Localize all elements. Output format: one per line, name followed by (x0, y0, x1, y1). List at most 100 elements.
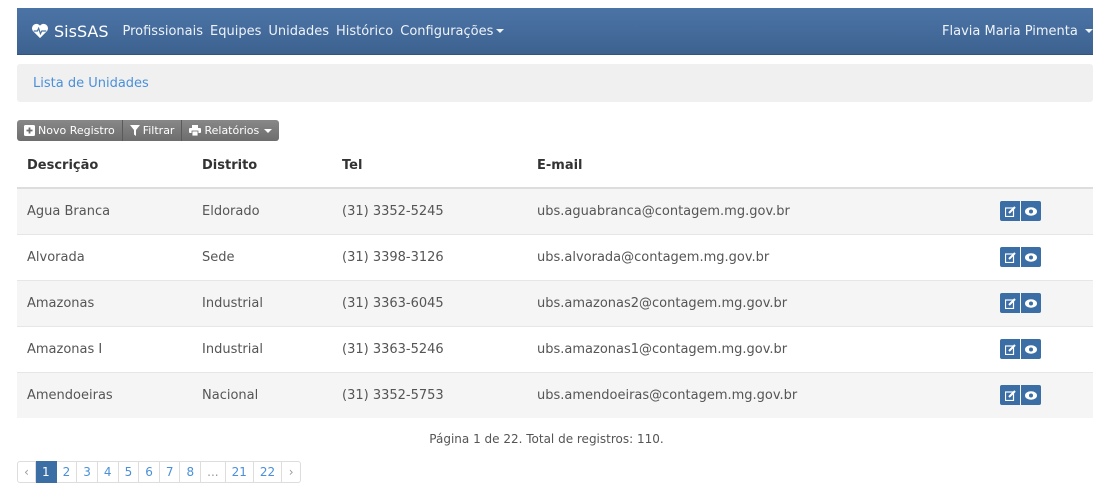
edit-button[interactable] (1000, 293, 1020, 313)
filter-label: Filtrar (142, 124, 175, 137)
pagination-page-7[interactable]: 7 (159, 461, 181, 483)
brand[interactable]: SisSAS (31, 22, 109, 41)
pagination-info: Página 1 de 22. Total de registros: 110. (429, 432, 664, 446)
cell-descricao: Agua Branca (17, 187, 192, 234)
view-button[interactable] (1021, 201, 1041, 222)
plus-square-icon (24, 125, 35, 136)
pagination-page-8[interactable]: 8 (180, 461, 202, 483)
column-header-distrito[interactable]: Distrito (192, 144, 332, 189)
breadcrumb: Lista de Unidades (17, 64, 1093, 102)
row-actions (1000, 385, 1093, 406)
cell-tel: (31) 3352-5753 (332, 371, 527, 418)
cell-descricao: Amazonas (17, 279, 192, 326)
pagination-page-2[interactable]: 2 (56, 461, 78, 483)
column-header-actions (990, 144, 1093, 189)
cell-tel: (31) 3398-3126 (332, 233, 527, 280)
caret-down-icon (1085, 29, 1093, 33)
new-record-label: Novo Registro (38, 124, 115, 137)
cell-tel: (31) 3363-6045 (332, 279, 527, 326)
cell-descricao: Amazonas I (17, 325, 192, 372)
table-row[interactable]: Alvorada Sede (31) 3398-3126 ubs.alvorad… (17, 233, 1093, 280)
caret-down-icon (264, 128, 273, 133)
table-row[interactable]: Amazonas I Industrial (31) 3363-5246 ubs… (17, 325, 1093, 372)
edit-icon (1004, 206, 1016, 217)
new-record-button[interactable]: Novo Registro (17, 120, 123, 141)
nav-menu: Profissionais Equipes Unidades Histórico… (123, 24, 512, 39)
pagination-next[interactable]: › (282, 461, 302, 483)
eye-icon (1025, 298, 1037, 308)
caret-down-icon (496, 29, 505, 33)
view-button[interactable] (1021, 247, 1041, 267)
reports-label: Relatórios (204, 124, 260, 137)
pagination-page-21[interactable]: 21 (225, 461, 254, 483)
column-header-tel[interactable]: Tel (332, 144, 527, 189)
filter-button[interactable]: Filtrar (122, 120, 183, 141)
column-header-email[interactable]: E-mail (527, 144, 990, 189)
edit-icon (1004, 297, 1016, 309)
user-name: Flavia Maria Pimenta (942, 23, 1078, 39)
cell-distrito: Industrial (192, 325, 332, 372)
cell-actions (990, 279, 1093, 326)
view-button[interactable] (1021, 293, 1041, 313)
cell-tel: (31) 3352-5245 (332, 187, 527, 234)
row-actions (1000, 201, 1093, 222)
top-navbar: SisSAS Profissionais Equipes Unidades Hi… (17, 8, 1093, 55)
cell-email: ubs.amazonas1@contagem.mg.gov.br (527, 325, 990, 372)
nav-link-profissionais[interactable]: Profissionais (123, 24, 204, 39)
cell-distrito: Eldorado (192, 187, 332, 234)
filter-icon (129, 125, 140, 136)
reports-dropdown-button[interactable]: Relatórios (182, 120, 280, 141)
cell-actions (990, 371, 1093, 418)
column-header-descricao[interactable]: Descrição (17, 144, 192, 189)
toolbar: Novo Registro Filtrar Relatórios (17, 120, 280, 141)
pagination: ‹ 1 2 3 4 5 6 7 8 ... 21 22 › (17, 461, 302, 483)
eye-icon (1025, 252, 1037, 262)
breadcrumb-link-lista-unidades[interactable]: Lista de Unidades (33, 76, 149, 91)
cell-email: ubs.aguabranca@contagem.mg.gov.br (527, 187, 990, 234)
cell-actions (990, 187, 1093, 234)
cell-descricao: Amendoeiras (17, 371, 192, 418)
brand-name: SisSAS (54, 21, 109, 41)
nav-dropdown-configuracoes[interactable]: Configurações (400, 23, 505, 39)
nav-link-unidades[interactable]: Unidades (268, 24, 329, 39)
nav-dropdown-label: Configurações (400, 23, 494, 39)
row-actions (1000, 247, 1093, 267)
table-row[interactable]: Amendoeiras Nacional (31) 3352-5753 ubs.… (17, 371, 1093, 418)
eye-icon (1025, 344, 1037, 354)
row-actions (1000, 293, 1093, 313)
cell-email: ubs.alvorada@contagem.mg.gov.br (527, 233, 990, 280)
pagination-page-5[interactable]: 5 (118, 461, 140, 483)
pagination-page-6[interactable]: 6 (139, 461, 160, 483)
edit-button[interactable] (1000, 339, 1020, 359)
edit-button[interactable] (1000, 247, 1020, 267)
user-menu[interactable]: Flavia Maria Pimenta (942, 24, 1093, 39)
pagination-page-3[interactable]: 3 (77, 461, 98, 483)
cell-distrito: Nacional (192, 371, 332, 418)
cell-tel: (31) 3363-5246 (332, 325, 527, 372)
heart-pulse-icon (32, 23, 48, 39)
cell-distrito: Sede (192, 233, 332, 280)
pagination-prev[interactable]: ‹ (17, 461, 36, 483)
edit-icon (1004, 251, 1016, 263)
pagination-page-1[interactable]: 1 (36, 461, 57, 483)
edit-button[interactable] (1000, 201, 1020, 222)
nav-link-historico[interactable]: Histórico (336, 24, 393, 39)
edit-button[interactable] (1000, 385, 1020, 406)
cell-email: ubs.amazonas2@contagem.mg.gov.br (527, 279, 990, 326)
cell-actions (990, 325, 1093, 372)
units-table: Descrição Distrito Tel E-mail Agua Branc… (17, 144, 1093, 418)
cell-actions (990, 233, 1093, 280)
eye-icon (1025, 391, 1037, 400)
view-button[interactable] (1021, 385, 1041, 406)
pagination-ellipsis: ... (201, 461, 226, 483)
eye-icon (1025, 207, 1037, 216)
table-header-row: Descrição Distrito Tel E-mail (17, 144, 1093, 189)
table-row[interactable]: Amazonas Industrial (31) 3363-6045 ubs.a… (17, 279, 1093, 326)
edit-icon (1004, 390, 1016, 401)
edit-icon (1004, 343, 1016, 355)
pagination-page-22[interactable]: 22 (253, 461, 283, 483)
pagination-page-4[interactable]: 4 (97, 461, 119, 483)
table-row[interactable]: Agua Branca Eldorado (31) 3352-5245 ubs.… (17, 187, 1093, 234)
nav-link-equipes[interactable]: Equipes (210, 24, 261, 39)
view-button[interactable] (1021, 339, 1041, 359)
